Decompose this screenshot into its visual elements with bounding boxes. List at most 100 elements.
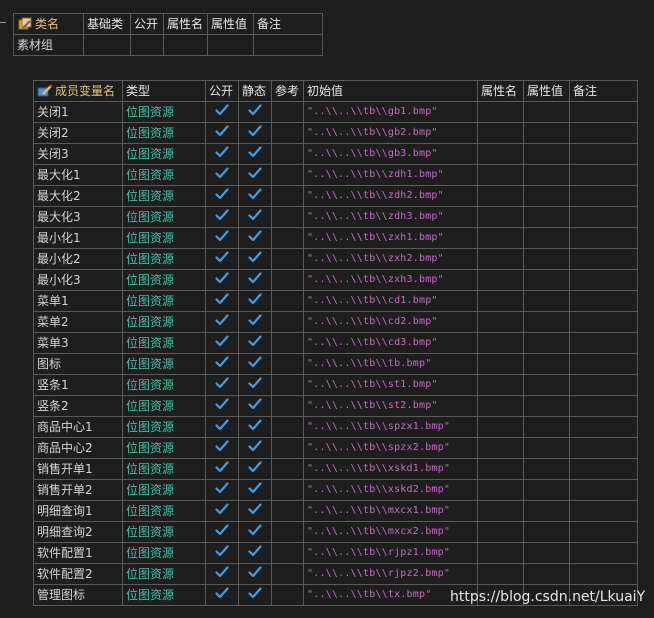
member-reference-cell[interactable]	[271, 101, 304, 123]
member-type-cell[interactable]: 位图资源	[122, 122, 206, 144]
class-header-prop-name[interactable]: 属性名	[163, 13, 208, 35]
member-name-cell[interactable]: 软件配置2	[33, 563, 123, 585]
member-type-cell[interactable]: 位图资源	[122, 563, 206, 585]
member-initial-value-cell[interactable]: "..\\..\\tb\\spzx1.bmp"	[303, 416, 478, 438]
member-static-cell[interactable]	[238, 374, 272, 396]
member-initial-value-cell[interactable]: "..\\..\\tb\\zdh2.bmp"	[303, 185, 478, 207]
member-remark-cell[interactable]	[569, 437, 638, 459]
member-remark-cell[interactable]	[569, 143, 638, 165]
member-type-cell[interactable]: 位图资源	[122, 143, 206, 165]
member-name-cell[interactable]: 管理图标	[33, 584, 123, 606]
member-initial-value-cell[interactable]: "..\\..\\tb\\st2.bmp"	[303, 395, 478, 417]
member-reference-cell[interactable]	[271, 374, 304, 396]
member-static-cell[interactable]	[238, 290, 272, 312]
member-public-cell[interactable]	[205, 269, 239, 291]
member-public-cell[interactable]	[205, 311, 239, 333]
member-type-cell[interactable]: 位图资源	[122, 353, 206, 375]
member-remark-cell[interactable]	[569, 374, 638, 396]
member-prop-name-cell[interactable]	[477, 164, 524, 186]
member-remark-cell[interactable]	[569, 542, 638, 564]
member-prop-value-cell[interactable]	[523, 374, 570, 396]
member-prop-name-cell[interactable]	[477, 437, 524, 459]
member-static-cell[interactable]	[238, 437, 272, 459]
member-static-cell[interactable]	[238, 164, 272, 186]
member-header-public[interactable]: 公开	[205, 80, 239, 102]
member-static-cell[interactable]	[238, 542, 272, 564]
member-static-cell[interactable]	[238, 500, 272, 522]
member-reference-cell[interactable]	[271, 122, 304, 144]
member-remark-cell[interactable]	[569, 122, 638, 144]
member-reference-cell[interactable]	[271, 521, 304, 543]
member-prop-value-cell[interactable]	[523, 332, 570, 354]
member-type-cell[interactable]: 位图资源	[122, 269, 206, 291]
member-remark-cell[interactable]	[569, 101, 638, 123]
member-reference-cell[interactable]	[271, 416, 304, 438]
member-prop-value-cell[interactable]	[523, 143, 570, 165]
member-prop-value-cell[interactable]	[523, 416, 570, 438]
member-public-cell[interactable]	[205, 395, 239, 417]
member-type-cell[interactable]: 位图资源	[122, 101, 206, 123]
member-public-cell[interactable]	[205, 521, 239, 543]
member-prop-name-cell[interactable]	[477, 500, 524, 522]
member-prop-name-cell[interactable]	[477, 416, 524, 438]
member-type-cell[interactable]: 位图资源	[122, 248, 206, 270]
member-public-cell[interactable]	[205, 437, 239, 459]
member-reference-cell[interactable]	[271, 479, 304, 501]
member-prop-value-cell[interactable]	[523, 311, 570, 333]
member-name-cell[interactable]: 图标	[33, 353, 123, 375]
member-static-cell[interactable]	[238, 332, 272, 354]
member-prop-value-cell[interactable]	[523, 206, 570, 228]
member-static-cell[interactable]	[238, 521, 272, 543]
member-initial-value-cell[interactable]: "..\\..\\tb\\st1.bmp"	[303, 374, 478, 396]
member-static-cell[interactable]	[238, 206, 272, 228]
member-static-cell[interactable]	[238, 395, 272, 417]
member-initial-value-cell[interactable]: "..\\..\\tb\\zxh2.bmp"	[303, 248, 478, 270]
member-static-cell[interactable]	[238, 458, 272, 480]
member-type-cell[interactable]: 位图资源	[122, 584, 206, 606]
member-remark-cell[interactable]	[569, 479, 638, 501]
member-reference-cell[interactable]	[271, 500, 304, 522]
member-remark-cell[interactable]	[569, 416, 638, 438]
member-remark-cell[interactable]	[569, 458, 638, 480]
member-header-prop-name[interactable]: 属性名	[477, 80, 524, 102]
member-name-cell[interactable]: 菜单1	[33, 290, 123, 312]
member-initial-value-cell[interactable]: "..\\..\\tb\\zxh3.bmp"	[303, 269, 478, 291]
member-initial-value-cell[interactable]: "..\\..\\tb\\gb2.bmp"	[303, 122, 478, 144]
member-initial-value-cell[interactable]: "..\\..\\tb\\gb1.bmp"	[303, 101, 478, 123]
member-static-cell[interactable]	[238, 122, 272, 144]
member-remark-cell[interactable]	[569, 500, 638, 522]
member-initial-value-cell[interactable]: "..\\..\\tb\\rjpz1.bmp"	[303, 542, 478, 564]
member-header-reference[interactable]: 参考	[271, 80, 304, 102]
member-name-cell[interactable]: 关闭2	[33, 122, 123, 144]
class-header-public[interactable]: 公开	[130, 13, 164, 35]
member-header-prop-value[interactable]: 属性值	[523, 80, 570, 102]
member-initial-value-cell[interactable]: "..\\..\\tb\\zxh1.bmp"	[303, 227, 478, 249]
member-public-cell[interactable]	[205, 374, 239, 396]
member-prop-name-cell[interactable]	[477, 122, 524, 144]
member-type-cell[interactable]: 位图资源	[122, 500, 206, 522]
member-type-cell[interactable]: 位图资源	[122, 290, 206, 312]
member-initial-value-cell[interactable]: "..\\..\\tb\\cd3.bmp"	[303, 332, 478, 354]
member-initial-value-cell[interactable]: "..\\..\\tb\\rjpz2.bmp"	[303, 563, 478, 585]
member-prop-name-cell[interactable]	[477, 479, 524, 501]
member-name-cell[interactable]: 明细查询1	[33, 500, 123, 522]
member-prop-value-cell[interactable]	[523, 500, 570, 522]
member-name-cell[interactable]: 关闭3	[33, 143, 123, 165]
member-static-cell[interactable]	[238, 227, 272, 249]
member-name-cell[interactable]: 软件配置1	[33, 542, 123, 564]
member-type-cell[interactable]: 位图资源	[122, 332, 206, 354]
member-reference-cell[interactable]	[271, 437, 304, 459]
member-type-cell[interactable]: 位图资源	[122, 185, 206, 207]
member-remark-cell[interactable]	[569, 227, 638, 249]
member-remark-cell[interactable]	[569, 395, 638, 417]
member-name-cell[interactable]: 最大化1	[33, 164, 123, 186]
member-initial-value-cell[interactable]: "..\\..\\tb\\xskd1.bmp"	[303, 458, 478, 480]
member-remark-cell[interactable]	[569, 206, 638, 228]
class-header-name[interactable]: 类名	[13, 13, 84, 35]
member-static-cell[interactable]	[238, 101, 272, 123]
member-static-cell[interactable]	[238, 143, 272, 165]
member-static-cell[interactable]	[238, 269, 272, 291]
member-prop-value-cell[interactable]	[523, 227, 570, 249]
member-remark-cell[interactable]	[569, 332, 638, 354]
member-name-cell[interactable]: 最小化2	[33, 248, 123, 270]
